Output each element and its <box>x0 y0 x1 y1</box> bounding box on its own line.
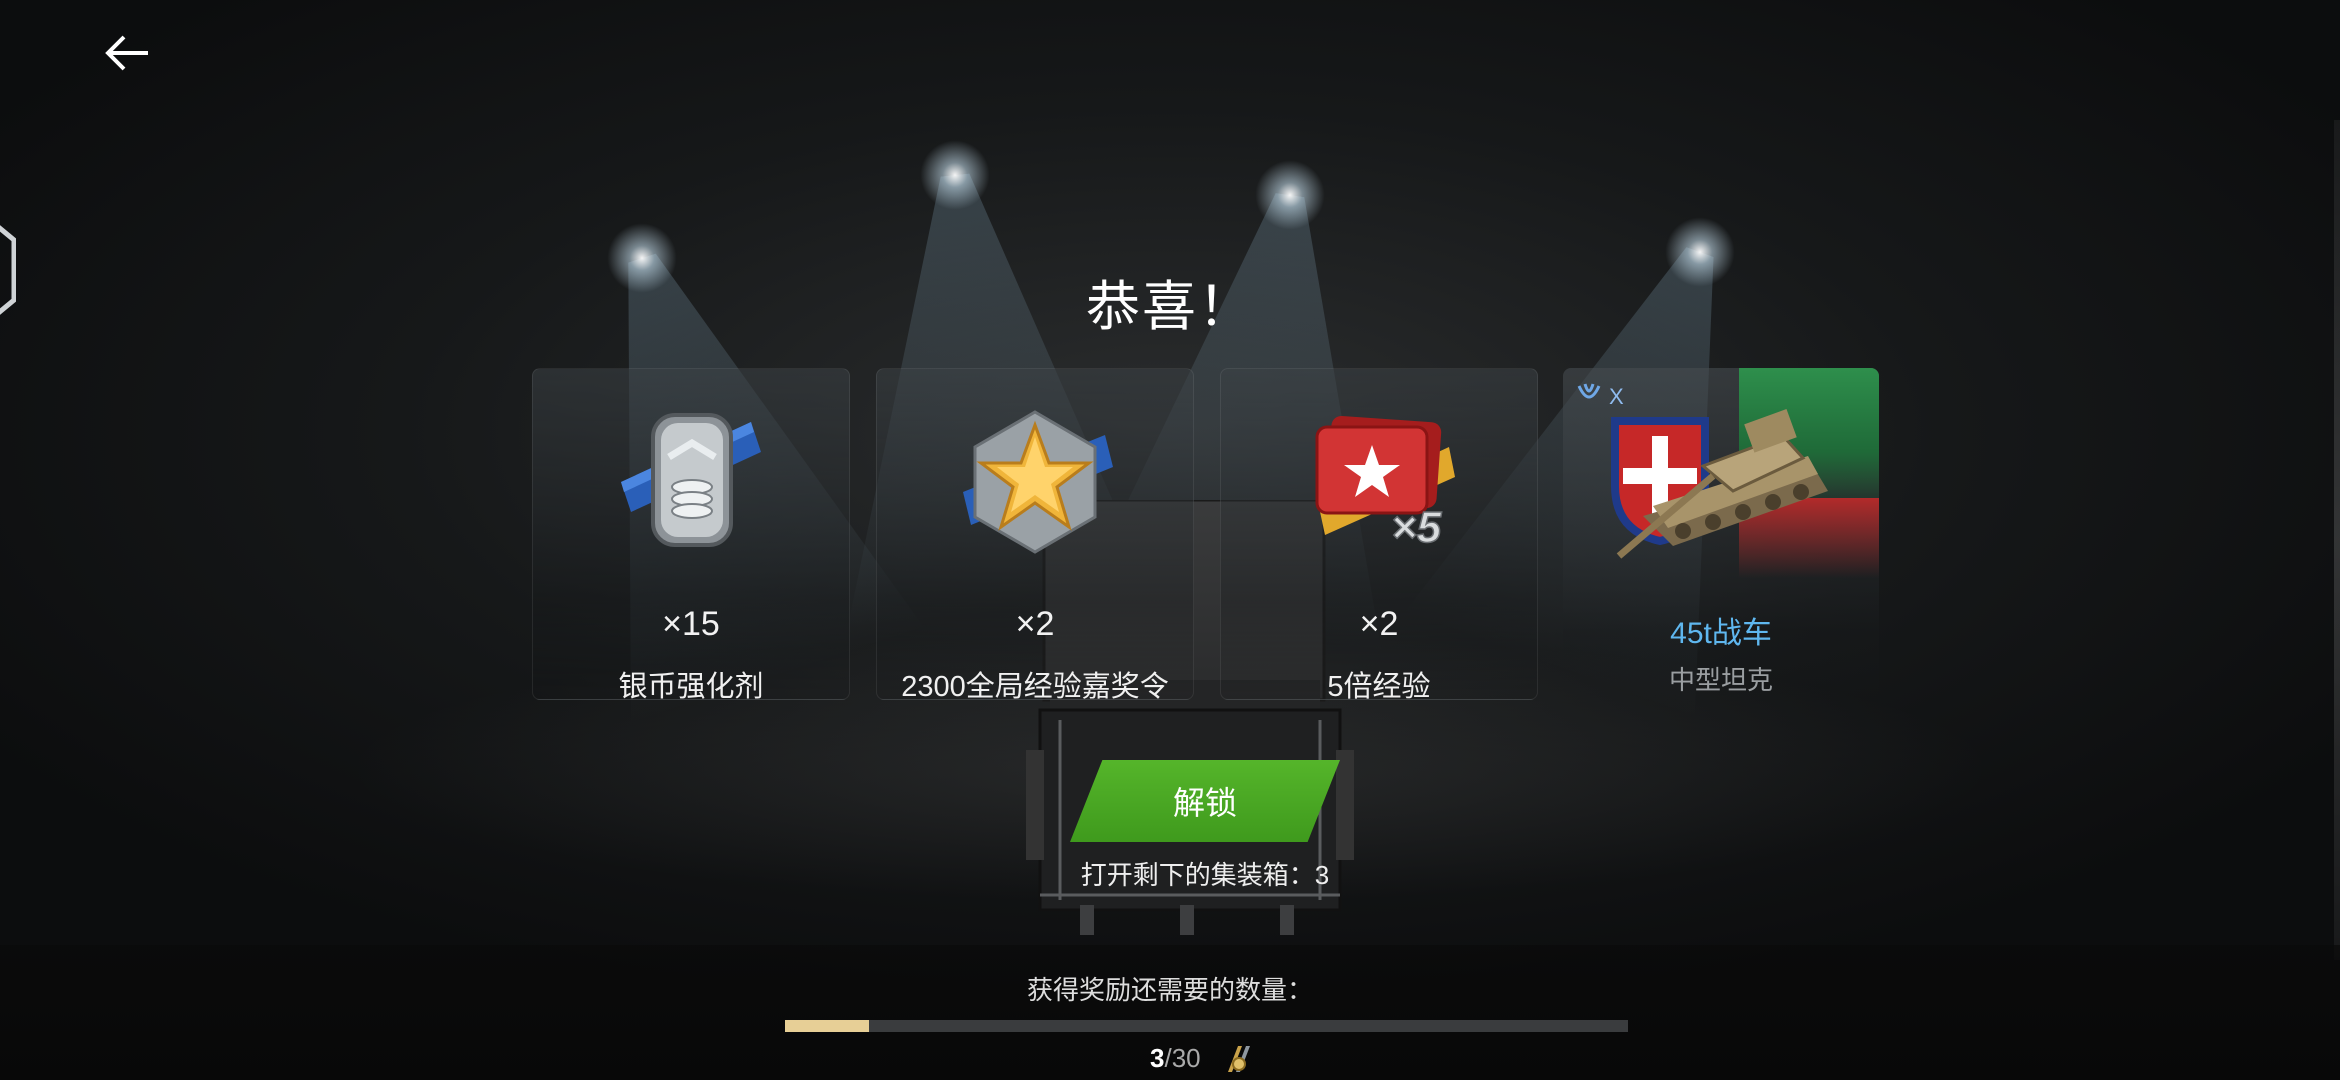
svg-text:×5: ×5 <box>1391 503 1442 552</box>
tank-type: 中型坦克 <box>1668 665 1773 695</box>
xp-star-order-icon <box>963 410 1113 554</box>
reward-card-xp-order[interactable]: ×2 2300全局经验嘉奖令 <box>876 368 1194 703</box>
reward-count: ×15 <box>662 605 720 643</box>
reward-name: 5倍经验 <box>1327 671 1431 703</box>
remaining-containers-text: 打开剩下的集装箱：3 <box>1080 860 1330 890</box>
unlock-button-label: 解锁 <box>1172 785 1237 821</box>
arrow-left-icon <box>105 35 148 71</box>
medal-icon <box>1228 1046 1250 1072</box>
progress-bar <box>785 1020 1628 1032</box>
reward-card-tank[interactable]: X 45t战车 中型坦克 <box>1563 368 1879 698</box>
tank-image <box>1616 409 1828 559</box>
progress-total: /30 <box>1164 1043 1201 1073</box>
progress-current: 3 <box>1150 1043 1165 1073</box>
progress-count: 3/30 <box>1150 1043 1201 1074</box>
progress-bar-fill <box>785 1020 870 1032</box>
back-button[interactable] <box>100 28 160 78</box>
progress-label: 获得奖励还需要的数量： <box>1026 975 1313 1005</box>
right-edge-shadow <box>2334 120 2340 960</box>
tank-name: 45t战车 <box>1670 617 1772 650</box>
page-title: 恭喜！ <box>1086 277 1254 337</box>
reward-card-xp-x5[interactable]: ×5 ×2 5倍经验 <box>1220 368 1538 703</box>
reward-name: 银币强化剂 <box>618 671 764 703</box>
unlock-button[interactable]: 解锁 <box>1070 760 1340 842</box>
silver-booster-icon <box>621 413 761 547</box>
xp-cards-x5-icon: ×5 <box>1315 415 1455 553</box>
reward-card-silver-booster[interactable]: ×15 银币强化剂 <box>532 368 850 703</box>
reward-count: ×2 <box>1359 605 1399 643</box>
reward-name: 2300全局经验嘉奖令 <box>901 671 1169 703</box>
reward-count: ×2 <box>1015 605 1055 643</box>
